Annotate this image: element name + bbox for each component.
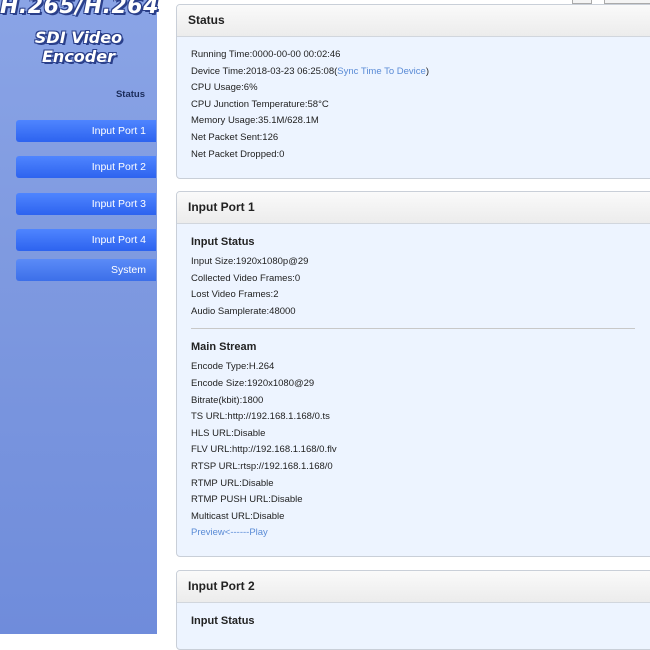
rtmp-url: RTMP URL:Disable — [191, 477, 274, 489]
running-time: Running Time:0000-00-00 00:02:46 — [191, 49, 341, 60]
sidebar-item-system[interactable]: System — [16, 259, 156, 281]
device-time-row: Device Time:2018-03-23 06:25:08(Sync Tim… — [191, 64, 647, 81]
rtmp-push-url: RTMP PUSH URL:Disable — [191, 494, 303, 506]
device-time-close: ) — [425, 65, 429, 77]
ts-url: TS URL:http://192.168.1.168/0.ts — [191, 411, 330, 423]
input-size: Input Size:1920x1080p@29 — [191, 256, 309, 267]
input-port-1-panel: Input Port 1 Input Status Input Size:192… — [176, 191, 650, 557]
encode-type: Encode Type:H.264 — [191, 361, 275, 373]
sidebar-item-input-port-3[interactable]: Input Port 3 — [16, 193, 156, 215]
brand-title: H.265/H.264 — [0, 0, 159, 19]
memory-usage: Memory Usage:35.1M/628.1M — [191, 115, 319, 127]
cpu-usage: CPU Usage:6% — [191, 82, 258, 94]
bitrate: Bitrate(kbit):1800 — [191, 394, 264, 406]
net-packet-sent: Net Packet Sent:126 — [191, 131, 279, 143]
divider — [191, 328, 635, 330]
hls-url: HLS URL:Disable — [191, 427, 266, 439]
main-stream-heading: Main Stream — [191, 341, 257, 354]
lost-video-frames: Lost Video Frames:2 — [191, 289, 279, 301]
panel-title: Status — [177, 5, 650, 37]
cpu-temperature: CPU Junction Temperature:58°C — [191, 98, 329, 110]
panel-title: Input Port 1 — [177, 192, 650, 224]
status-panel: Status Running Time:0000-00-00 00:02:46 … — [176, 4, 650, 179]
collected-video-frames: Collected Video Frames:0 — [191, 272, 301, 284]
sidebar-item-input-port-4[interactable]: Input Port 4 — [16, 229, 156, 251]
multicast-url: Multicast URL:Disable — [191, 510, 285, 522]
flv-url: FLV URL:http://192.168.1.168/0.flv — [191, 444, 337, 456]
device-time: Device Time:2018-03-23 06:25:08( — [191, 65, 338, 77]
net-packet-dropped: Net Packet Dropped:0 — [191, 148, 285, 160]
input-status-heading: Input Status — [191, 236, 255, 248]
panel-title: Input Port 2 — [177, 571, 650, 603]
input-port-2-panel: Input Port 2 Input Status — [176, 570, 650, 650]
sidebar-item-status[interactable]: Status — [116, 89, 145, 100]
sync-time-link[interactable]: Sync Time To Device — [337, 66, 426, 77]
input-status-heading: Input Status — [191, 615, 255, 627]
brand-subtitle: SDI Video Encoder — [34, 28, 123, 66]
encode-size: Encode Size:1920x1080@29 — [191, 377, 315, 389]
sidebar-item-input-port-1[interactable]: Input Port 1 — [16, 120, 156, 142]
sidebar: H.265/H.264 SDI Video Encoder Status Inp… — [0, 0, 159, 634]
rtsp-url: RTSP URL:rtsp://192.168.1.168/0 — [191, 460, 333, 472]
audio-samplerate: Audio Samplerate:48000 — [191, 305, 296, 317]
preview-play-link[interactable]: Preview<------Play — [191, 525, 647, 542]
sidebar-item-input-port-2[interactable]: Input Port 2 — [16, 156, 156, 178]
